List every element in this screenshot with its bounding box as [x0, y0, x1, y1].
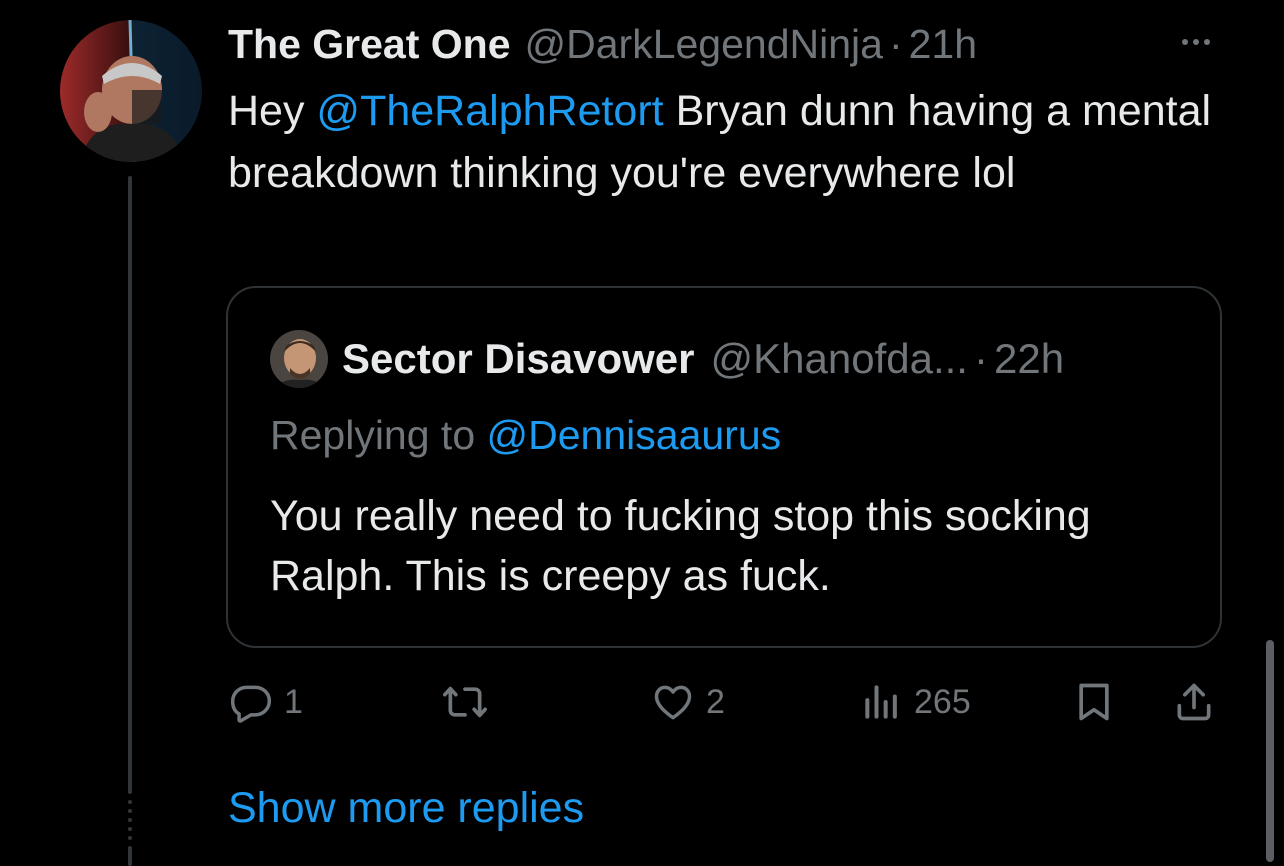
thread-line-continuation	[128, 846, 132, 866]
author-handle[interactable]: @DarkLegendNinja	[525, 21, 883, 68]
like-count: 2	[706, 682, 725, 721]
tweet-header: The Great One @DarkLegendNinja · 21h	[228, 16, 977, 72]
bookmark-icon	[1072, 680, 1116, 724]
reply-button[interactable]: 1	[228, 680, 303, 724]
replying-handle[interactable]: @Dennisaaurus	[487, 412, 782, 458]
retweet-icon	[438, 680, 492, 724]
bookmark-button[interactable]	[1072, 680, 1116, 724]
quoted-tweet[interactable]: Sector Disavower @Khanofda... · 22h Repl…	[226, 286, 1222, 648]
quote-header: Sector Disavower @Khanofda... · 22h	[342, 328, 1064, 390]
views-count: 265	[914, 682, 971, 721]
quote-author-name: Sector Disavower	[342, 335, 695, 382]
tweet-text-prefix: Hey	[228, 87, 317, 135]
reply-count: 1	[284, 682, 303, 721]
reply-icon	[228, 680, 274, 724]
tweet-time[interactable]: 21h	[909, 21, 977, 68]
scrollbar[interactable]	[1266, 640, 1274, 862]
show-more-replies-link[interactable]: Show more replies	[228, 784, 584, 833]
quote-time: 22h	[993, 335, 1065, 382]
tweet-mention[interactable]: @TheRalphRetort	[316, 87, 663, 135]
quote-author-handle: @Khanofda...	[710, 335, 968, 382]
quote-header-separator: ·	[973, 335, 988, 382]
author-name[interactable]: The Great One	[228, 21, 511, 68]
heart-icon	[650, 680, 696, 724]
quote-author-avatar	[270, 330, 328, 388]
share-button[interactable]	[1170, 680, 1218, 724]
replying-label: Replying to	[270, 412, 487, 458]
thread-line	[128, 176, 132, 794]
like-button[interactable]: 2	[650, 680, 725, 724]
retweet-button[interactable]	[438, 680, 502, 724]
author-avatar[interactable]	[60, 20, 202, 162]
header-separator: ·	[888, 20, 903, 67]
more-icon[interactable]	[1170, 30, 1222, 54]
tweet-text: Hey @TheRalphRetort Bryan dunn having a …	[228, 80, 1228, 204]
views-icon	[860, 680, 904, 724]
quote-replying-to: Replying to @Dennisaaurus	[270, 412, 781, 459]
views-button[interactable]: 265	[860, 680, 971, 724]
share-icon	[1170, 680, 1218, 724]
thread-dots	[127, 800, 133, 840]
quote-text: You really need to fucking stop this soc…	[270, 492, 1091, 600]
